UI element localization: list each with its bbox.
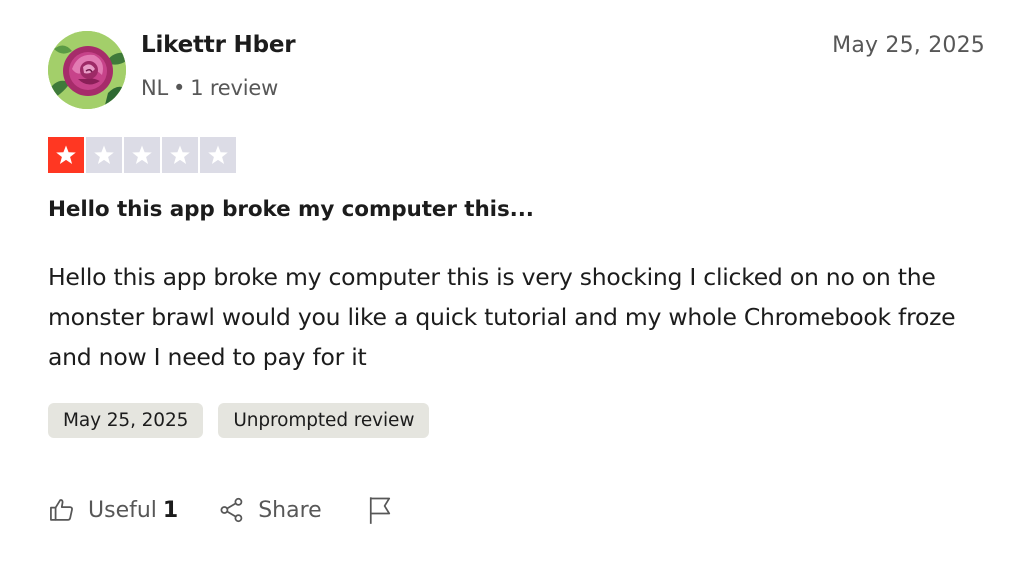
reviewer-meta: NL • 1 review <box>141 76 278 100</box>
useful-count: 1 <box>162 497 179 523</box>
reviewer-country: NL <box>141 76 169 100</box>
star-empty <box>162 137 198 173</box>
share-button[interactable]: Share <box>218 496 322 524</box>
useful-label: Useful <box>88 497 157 523</box>
review-chips: May 25, 2025 Unprompted review <box>48 403 430 438</box>
report-button[interactable] <box>366 495 394 525</box>
review-title[interactable]: Hello this app broke my computer this... <box>48 197 534 222</box>
star-icon <box>94 145 114 164</box>
star-filled <box>48 137 84 173</box>
reviewer-avatar[interactable] <box>48 31 126 109</box>
reviewer-name[interactable]: Likettr Hber <box>141 32 296 58</box>
star-empty <box>200 137 236 173</box>
reviewer-review-count: 1 review <box>190 76 279 100</box>
star-icon <box>132 145 152 164</box>
star-empty <box>86 137 122 173</box>
meta-separator: • <box>173 76 186 100</box>
review-actions: Useful 1 Share <box>48 492 394 528</box>
thumbs-up-icon <box>50 499 73 521</box>
star-rating <box>48 137 236 173</box>
experience-date-chip: May 25, 2025 <box>48 403 204 438</box>
share-label: Share <box>258 497 322 523</box>
rose-avatar-image <box>48 31 126 109</box>
share-icon <box>220 497 243 523</box>
review-date: May 25, 2025 <box>832 33 985 58</box>
star-icon <box>170 145 190 164</box>
star-empty <box>124 137 160 173</box>
review-source-chip[interactable]: Unprompted review <box>218 403 430 438</box>
flag-icon <box>369 497 390 524</box>
review-body: Hello this app broke my computer this is… <box>48 263 956 371</box>
star-icon <box>208 145 228 164</box>
star-icon <box>56 145 76 164</box>
useful-button[interactable]: Useful 1 <box>48 496 178 524</box>
